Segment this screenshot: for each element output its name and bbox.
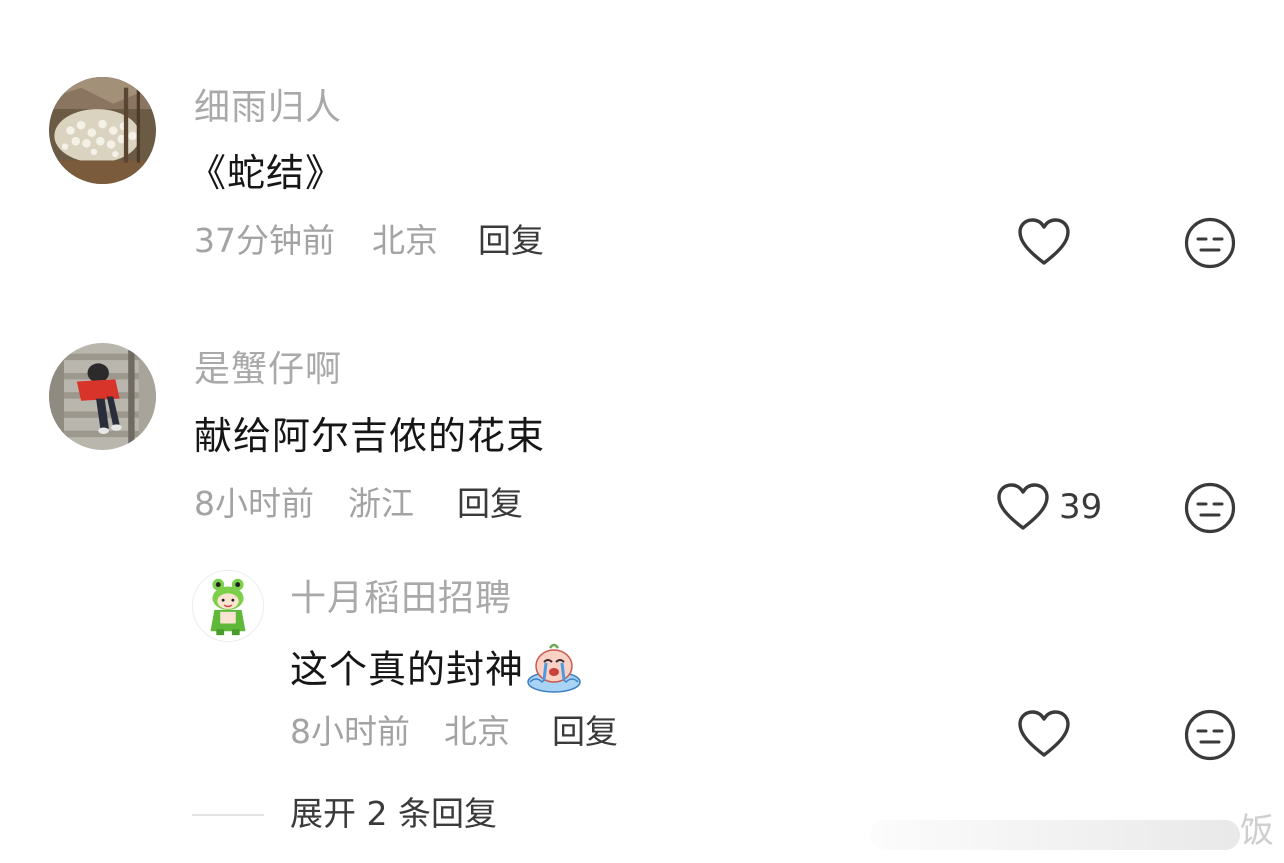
neutral-face-icon[interactable] — [1184, 482, 1236, 534]
reply-button[interactable]: 回复 — [457, 487, 523, 520]
comment-location: 浙江 — [348, 484, 414, 523]
comment-text: 《蛇结》 — [188, 151, 345, 195]
reply-username[interactable]: 十月稻田招聘 — [290, 581, 512, 617]
reply-location: 北京 — [444, 712, 510, 751]
heart-outline-icon[interactable] — [1017, 709, 1071, 759]
reply-text-content: 这个真的封神 — [290, 647, 525, 692]
reply-button[interactable]: 回复 — [478, 224, 544, 257]
reply-time: 8小时前 — [290, 712, 410, 751]
watermark-text: 饭 — [1240, 811, 1274, 851]
heart-outline-icon[interactable] — [1017, 217, 1071, 267]
reply-button[interactable]: 回复 — [552, 715, 618, 748]
watermark: 饭 — [870, 812, 1284, 863]
reply-text: 这个真的封神 — [290, 643, 582, 700]
expand-replies-button[interactable]: 展开 2 条回复 — [290, 797, 497, 830]
flowers-photo-avatar — [49, 77, 156, 184]
neutral-face-icon[interactable] — [1184, 709, 1236, 761]
comment-username[interactable]: 细雨归人 — [194, 90, 342, 126]
like-count: 39 — [1059, 487, 1103, 527]
comment-username[interactable]: 是蟹仔啊 — [194, 352, 342, 388]
neutral-face-icon[interactable] — [1184, 217, 1236, 269]
watermark-bar — [870, 820, 1240, 850]
user-avatar[interactable] — [49, 77, 156, 184]
comment-location: 北京 — [372, 221, 438, 260]
comment-time: 8小时前 — [194, 484, 314, 523]
green-frog-mascot-avatar — [193, 571, 263, 641]
crying-emoji — [526, 638, 582, 694]
comment-text: 献给阿尔吉侬的花束 — [194, 414, 546, 458]
user-avatar[interactable] — [49, 343, 156, 450]
stairs-photo-avatar — [49, 343, 156, 450]
comment-time: 37分钟前 — [194, 221, 335, 260]
heart-outline-icon[interactable] — [996, 482, 1050, 532]
expand-divider — [192, 814, 264, 816]
user-avatar[interactable] — [192, 570, 264, 642]
